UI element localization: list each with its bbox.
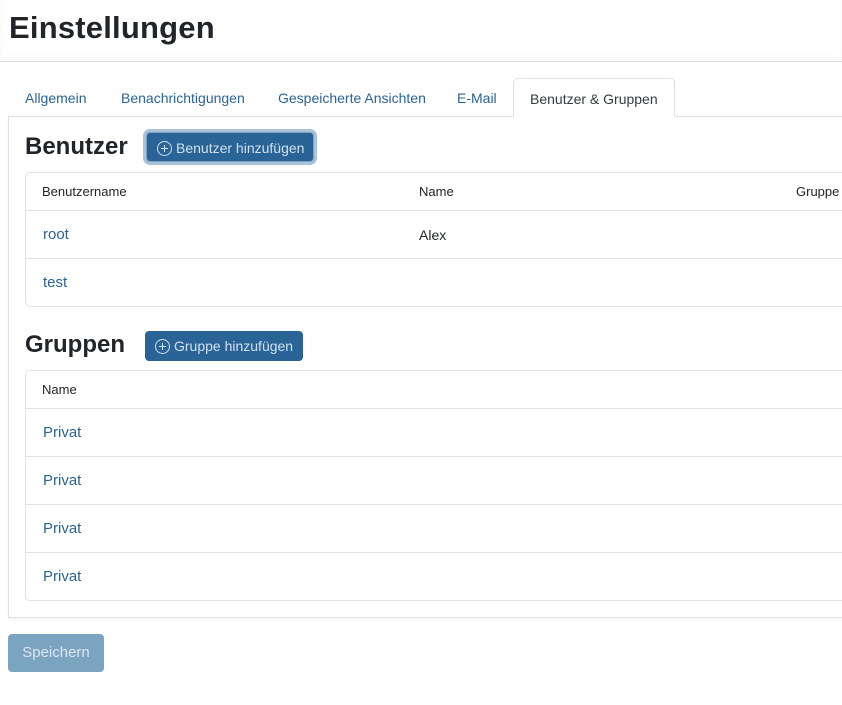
- groups-table: Name Privat Privat Privat Privat: [25, 370, 842, 601]
- users-section-title: Benutzer: [25, 133, 128, 160]
- group-link[interactable]: Privat: [43, 553, 81, 600]
- tab-benachrichtigungen[interactable]: Benachrichtigungen: [121, 78, 245, 116]
- table-row: Privat: [26, 505, 842, 553]
- add-user-button[interactable]: Benutzer hinzufügen: [146, 132, 314, 162]
- table-row: Privat: [26, 457, 842, 505]
- group-link[interactable]: Privat: [43, 457, 81, 505]
- tab-allgemein[interactable]: Allgemein: [25, 78, 86, 116]
- table-row: test: [26, 259, 842, 306]
- add-group-label: Gruppe hinzufügen: [174, 338, 294, 354]
- table-row: Privat: [26, 409, 842, 457]
- page-title: Einstellungen: [9, 10, 215, 45]
- plus-circle-icon: [155, 339, 170, 354]
- tab-gespeicherte-ansichten[interactable]: Gespeicherte Ansichten: [278, 78, 426, 116]
- username-link[interactable]: root: [43, 211, 69, 259]
- tab-email[interactable]: E-Mail: [457, 78, 497, 116]
- add-group-button[interactable]: Gruppe hinzufügen: [145, 331, 303, 361]
- column-header-gruppe: Gruppe: [796, 184, 840, 199]
- settings-tabs: Allgemein Benachrichtigungen Gespeichert…: [8, 78, 842, 117]
- page-header: Einstellungen: [0, 0, 842, 62]
- users-groups-panel: Benutzer Benutzer hinzufügen Benutzernam…: [8, 116, 842, 618]
- column-header-name: Name: [419, 184, 454, 199]
- groups-table-header: Name: [26, 371, 842, 409]
- table-row: root Alex: [26, 211, 842, 259]
- plus-circle-icon: [157, 141, 172, 156]
- groups-section-title: Gruppen: [25, 331, 125, 358]
- add-user-label: Benutzer hinzufügen: [176, 140, 305, 156]
- tab-benutzer-gruppen[interactable]: Benutzer & Gruppen: [513, 78, 675, 117]
- table-row: Privat: [26, 553, 842, 600]
- users-table-header: Benutzername Name Gruppe: [26, 173, 842, 211]
- group-link[interactable]: Privat: [43, 409, 81, 457]
- save-button[interactable]: Speichern: [8, 634, 104, 672]
- column-header-name: Name: [42, 382, 77, 397]
- column-header-benutzername: Benutzername: [42, 184, 127, 199]
- users-table: Benutzername Name Gruppe root Alex test: [25, 172, 842, 307]
- group-link[interactable]: Privat: [43, 505, 81, 553]
- username-link[interactable]: test: [43, 259, 67, 306]
- user-name: Alex: [419, 227, 447, 243]
